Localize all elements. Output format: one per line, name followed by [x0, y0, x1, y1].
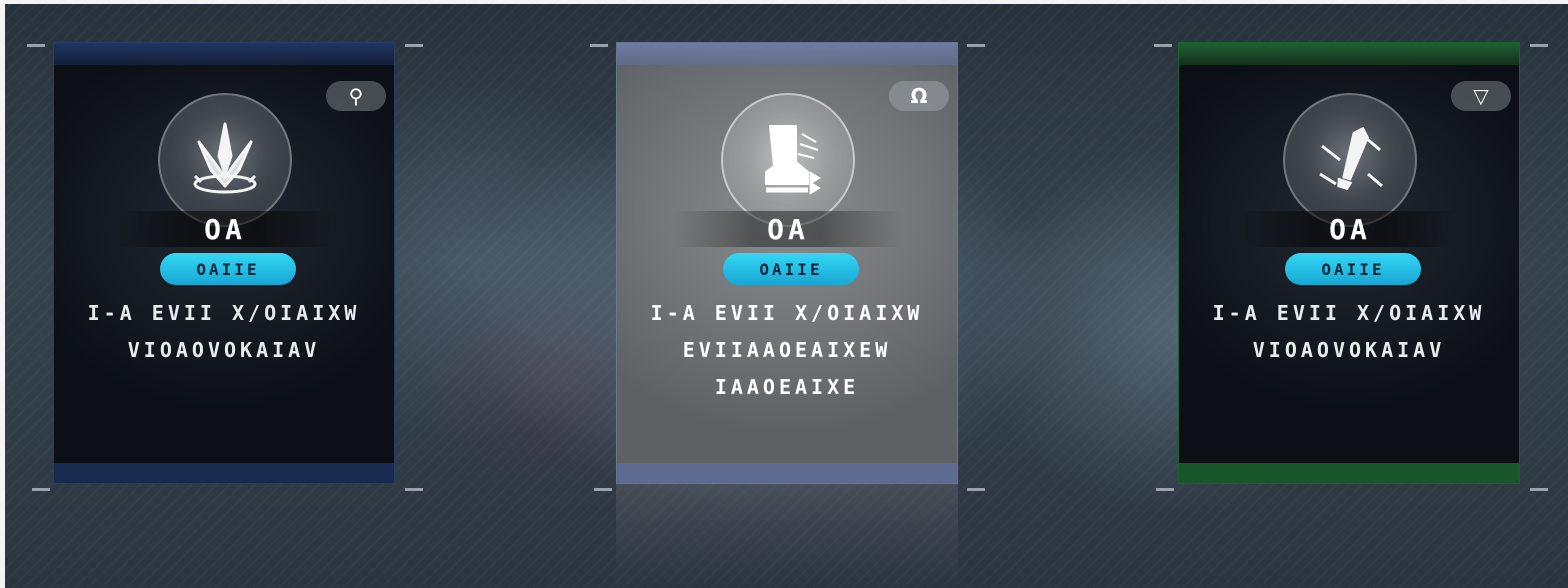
corner-tick — [967, 44, 985, 47]
corner-tick — [32, 488, 50, 491]
augment-card-middle[interactable]: Ω OA OAIIE I-A EVII X/OIAIXW EVIIAAOEAIX… — [616, 42, 958, 484]
crown-crest-icon — [158, 93, 292, 227]
card-description: I-A EVII X/OIAIXW EVIIAAOEAIXEW IAAOEAIX… — [633, 295, 941, 406]
augment-selection-screen: ⚲ OA OAIIE I-A EVII X/OIAIXW VIOAOVOKAIA… — [0, 0, 1568, 588]
card-top-strip — [1179, 43, 1519, 65]
triangle-down-icon: ▽ — [1451, 81, 1511, 111]
description-line: VIOAOVOKAIAV — [1252, 338, 1446, 362]
speed-boot-icon — [721, 93, 855, 227]
card-bottom-strip — [617, 463, 957, 483]
description-line: I-A EVII X/OIAIXW — [87, 301, 361, 325]
description-line: VIOAOVOKAIAV — [127, 338, 321, 362]
frame-left-edge — [0, 0, 5, 588]
omega-icon: Ω — [889, 81, 949, 111]
figure-icon: ⚲ — [326, 81, 386, 111]
tag-pill: OAIIE — [723, 253, 859, 285]
description-line: IAAOEAIXE — [714, 375, 860, 399]
description-line: I-A EVII X/OIAIXW — [1212, 301, 1486, 325]
level-label: OA — [1329, 212, 1371, 246]
corner-tick — [1154, 44, 1172, 47]
card-top-strip — [54, 43, 394, 65]
card-description: I-A EVII X/OIAIXW VIOAOVOKAIAV — [70, 295, 378, 369]
corner-tick — [1530, 488, 1548, 491]
tag-pill: OAIIE — [160, 253, 296, 285]
card-description: I-A EVII X/OIAIXW VIOAOVOKAIAV — [1195, 295, 1503, 369]
level-label: OA — [204, 212, 246, 246]
description-line: EVIIAAOEAIXEW — [682, 338, 892, 362]
augment-card-left[interactable]: ⚲ OA OAIIE I-A EVII X/OIAIXW VIOAOVOKAIA… — [53, 42, 395, 484]
frame-top-edge — [0, 0, 1568, 4]
corner-tick — [967, 488, 985, 491]
level-band: OA — [1235, 211, 1465, 247]
corner-tick — [405, 44, 423, 47]
card-bottom-strip — [1179, 463, 1519, 483]
selected-card-glow — [616, 484, 958, 584]
corner-tick — [1530, 44, 1548, 47]
level-band: OA — [673, 211, 903, 247]
description-line: I-A EVII X/OIAIXW — [650, 301, 924, 325]
corner-tick — [594, 488, 612, 491]
corner-tick — [590, 44, 608, 47]
corner-tick — [405, 488, 423, 491]
card-bottom-strip — [54, 463, 394, 483]
bullet-icon — [1283, 93, 1417, 227]
augment-card-right[interactable]: ▽ OA OAIIE I-A EVII X/OIAIXW VIOAOVOKAIA… — [1178, 42, 1520, 484]
corner-tick — [1156, 488, 1174, 491]
level-label: OA — [767, 212, 809, 246]
card-top-strip — [617, 43, 957, 65]
corner-tick — [27, 44, 45, 47]
tag-pill: OAIIE — [1285, 253, 1421, 285]
level-band: OA — [110, 211, 340, 247]
